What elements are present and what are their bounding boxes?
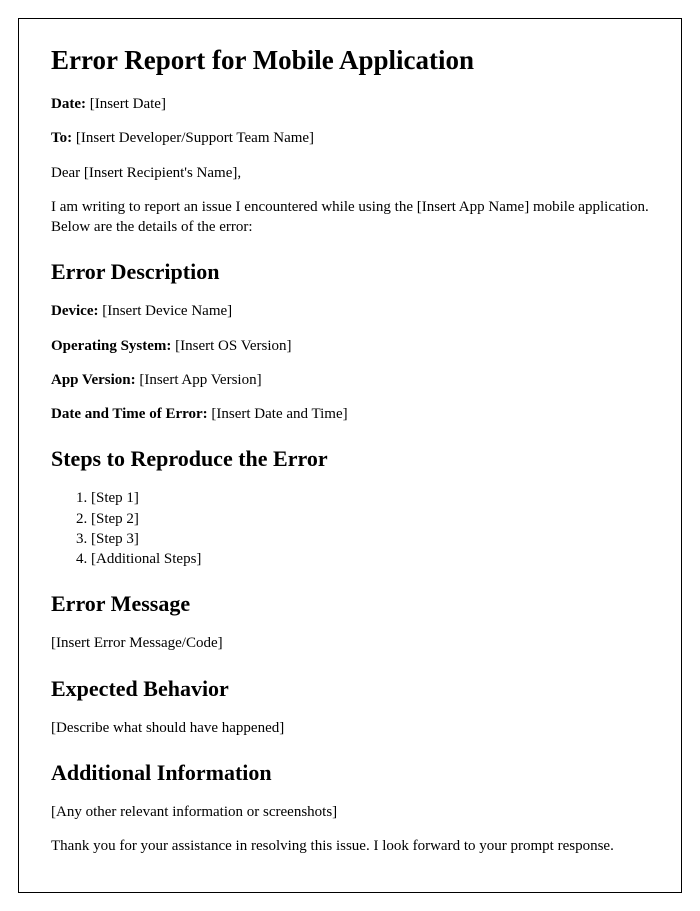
list-item: [Additional Steps]	[91, 549, 649, 569]
os-label: Operating System:	[51, 338, 171, 354]
error-message-body: [Insert Error Message/Code]	[51, 633, 649, 653]
expected-body: [Describe what should have happened]	[51, 718, 649, 738]
steps-list: [Step 1] [Step 2] [Step 3] [Additional S…	[91, 488, 649, 569]
appver-value: [Insert App Version]	[136, 372, 262, 388]
list-item: [Step 1]	[91, 488, 649, 508]
document-frame: Error Report for Mobile Application Date…	[18, 18, 682, 893]
to-line: To: [Insert Developer/Support Team Name]	[51, 128, 649, 148]
date-line: Date: [Insert Date]	[51, 94, 649, 114]
additional-heading: Additional Information	[51, 760, 649, 786]
salutation: Dear [Insert Recipient's Name],	[51, 163, 649, 183]
date-label: Date:	[51, 96, 86, 112]
error-message-heading: Error Message	[51, 591, 649, 617]
to-label: To:	[51, 130, 72, 146]
list-item: [Step 3]	[91, 529, 649, 549]
additional-body: [Any other relevant information or scree…	[51, 802, 649, 822]
device-value: [Insert Device Name]	[98, 303, 232, 319]
closing-thanks: Thank you for your assistance in resolvi…	[51, 836, 649, 856]
datetime-line: Date and Time of Error: [Insert Date and…	[51, 404, 649, 424]
os-value: [Insert OS Version]	[171, 338, 291, 354]
page-title: Error Report for Mobile Application	[51, 45, 649, 76]
device-label: Device:	[51, 303, 98, 319]
os-line: Operating System: [Insert OS Version]	[51, 336, 649, 356]
date-value: [Insert Date]	[86, 96, 166, 112]
steps-heading: Steps to Reproduce the Error	[51, 446, 649, 472]
expected-heading: Expected Behavior	[51, 676, 649, 702]
intro-paragraph: I am writing to report an issue I encoun…	[51, 197, 649, 238]
datetime-label: Date and Time of Error:	[51, 406, 208, 422]
datetime-value: [Insert Date and Time]	[208, 406, 348, 422]
error-description-heading: Error Description	[51, 259, 649, 285]
appver-label: App Version:	[51, 372, 136, 388]
appver-line: App Version: [Insert App Version]	[51, 370, 649, 390]
list-item: [Step 2]	[91, 509, 649, 529]
device-line: Device: [Insert Device Name]	[51, 301, 649, 321]
to-value: [Insert Developer/Support Team Name]	[72, 130, 314, 146]
